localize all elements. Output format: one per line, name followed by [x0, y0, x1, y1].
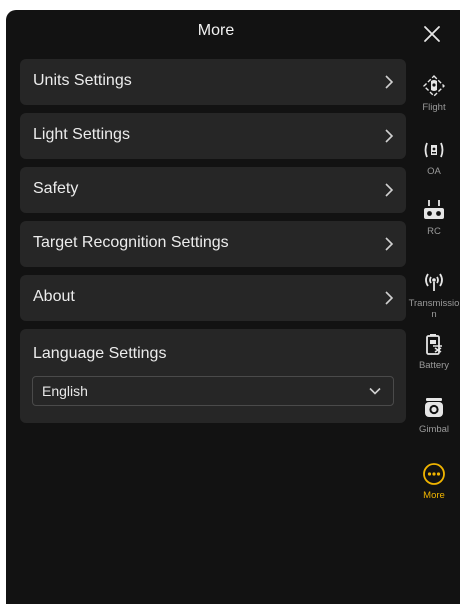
about-row[interactable]: About [20, 275, 406, 321]
language-settings-card: Language Settings English [20, 329, 406, 423]
chevron-right-icon [385, 129, 394, 143]
about-label: About [33, 288, 75, 305]
language-selected-value: English [42, 383, 88, 399]
sidebar-item-transmission[interactable]: Transmission [408, 270, 460, 320]
more-icon [423, 463, 445, 485]
safety-row[interactable]: Safety [20, 167, 406, 213]
sidebar-item-rc[interactable]: RC [408, 198, 460, 237]
close-icon [424, 26, 440, 42]
language-select[interactable]: English [32, 376, 394, 406]
sidebar-item-label: Gimbal [418, 424, 450, 435]
battery-icon [426, 334, 442, 355]
light-settings-row[interactable]: Light Settings [20, 113, 406, 159]
language-settings-title: Language Settings [33, 345, 167, 362]
sidebar-item-label: RC [427, 226, 441, 237]
panel-title: More [197, 22, 235, 39]
sidebar-item-flight[interactable]: Flight [408, 74, 460, 113]
chevron-right-icon [385, 75, 394, 89]
safety-label: Safety [33, 180, 79, 197]
sidebar-item-label: More [423, 490, 445, 501]
chevron-right-icon [385, 183, 394, 197]
drone-icon [423, 75, 445, 97]
light-settings-label: Light Settings [33, 126, 130, 143]
target-recognition-settings-label: Target Recognition Settings [33, 234, 229, 251]
chevron-down-icon [369, 387, 381, 395]
settings-panel: More Units Settings Light Settings Safet… [6, 10, 460, 604]
sidebar-item-label: Transmission [408, 298, 460, 320]
sidebar-item-battery[interactable]: Battery [408, 332, 460, 371]
chevron-right-icon [385, 291, 394, 305]
sidebar-item-label: Flight [422, 102, 446, 113]
obstacle-avoidance-icon [424, 142, 444, 158]
transmission-icon [425, 273, 443, 291]
sidebar-item-label: Battery [418, 360, 450, 371]
close-button[interactable] [420, 22, 444, 46]
target-recognition-settings-row[interactable]: Target Recognition Settings [20, 221, 406, 267]
units-settings-row[interactable]: Units Settings [20, 59, 406, 105]
remote-controller-icon [424, 200, 444, 219]
sidebar-item-gimbal[interactable]: Gimbal [408, 396, 460, 435]
sidebar-item-label: OA [427, 166, 441, 177]
sidebar-item-more[interactable]: More [408, 462, 460, 501]
sidebar-item-oa[interactable]: OA [408, 138, 460, 177]
chevron-right-icon [385, 237, 394, 251]
units-settings-label: Units Settings [33, 72, 132, 89]
gimbal-icon [425, 398, 443, 417]
